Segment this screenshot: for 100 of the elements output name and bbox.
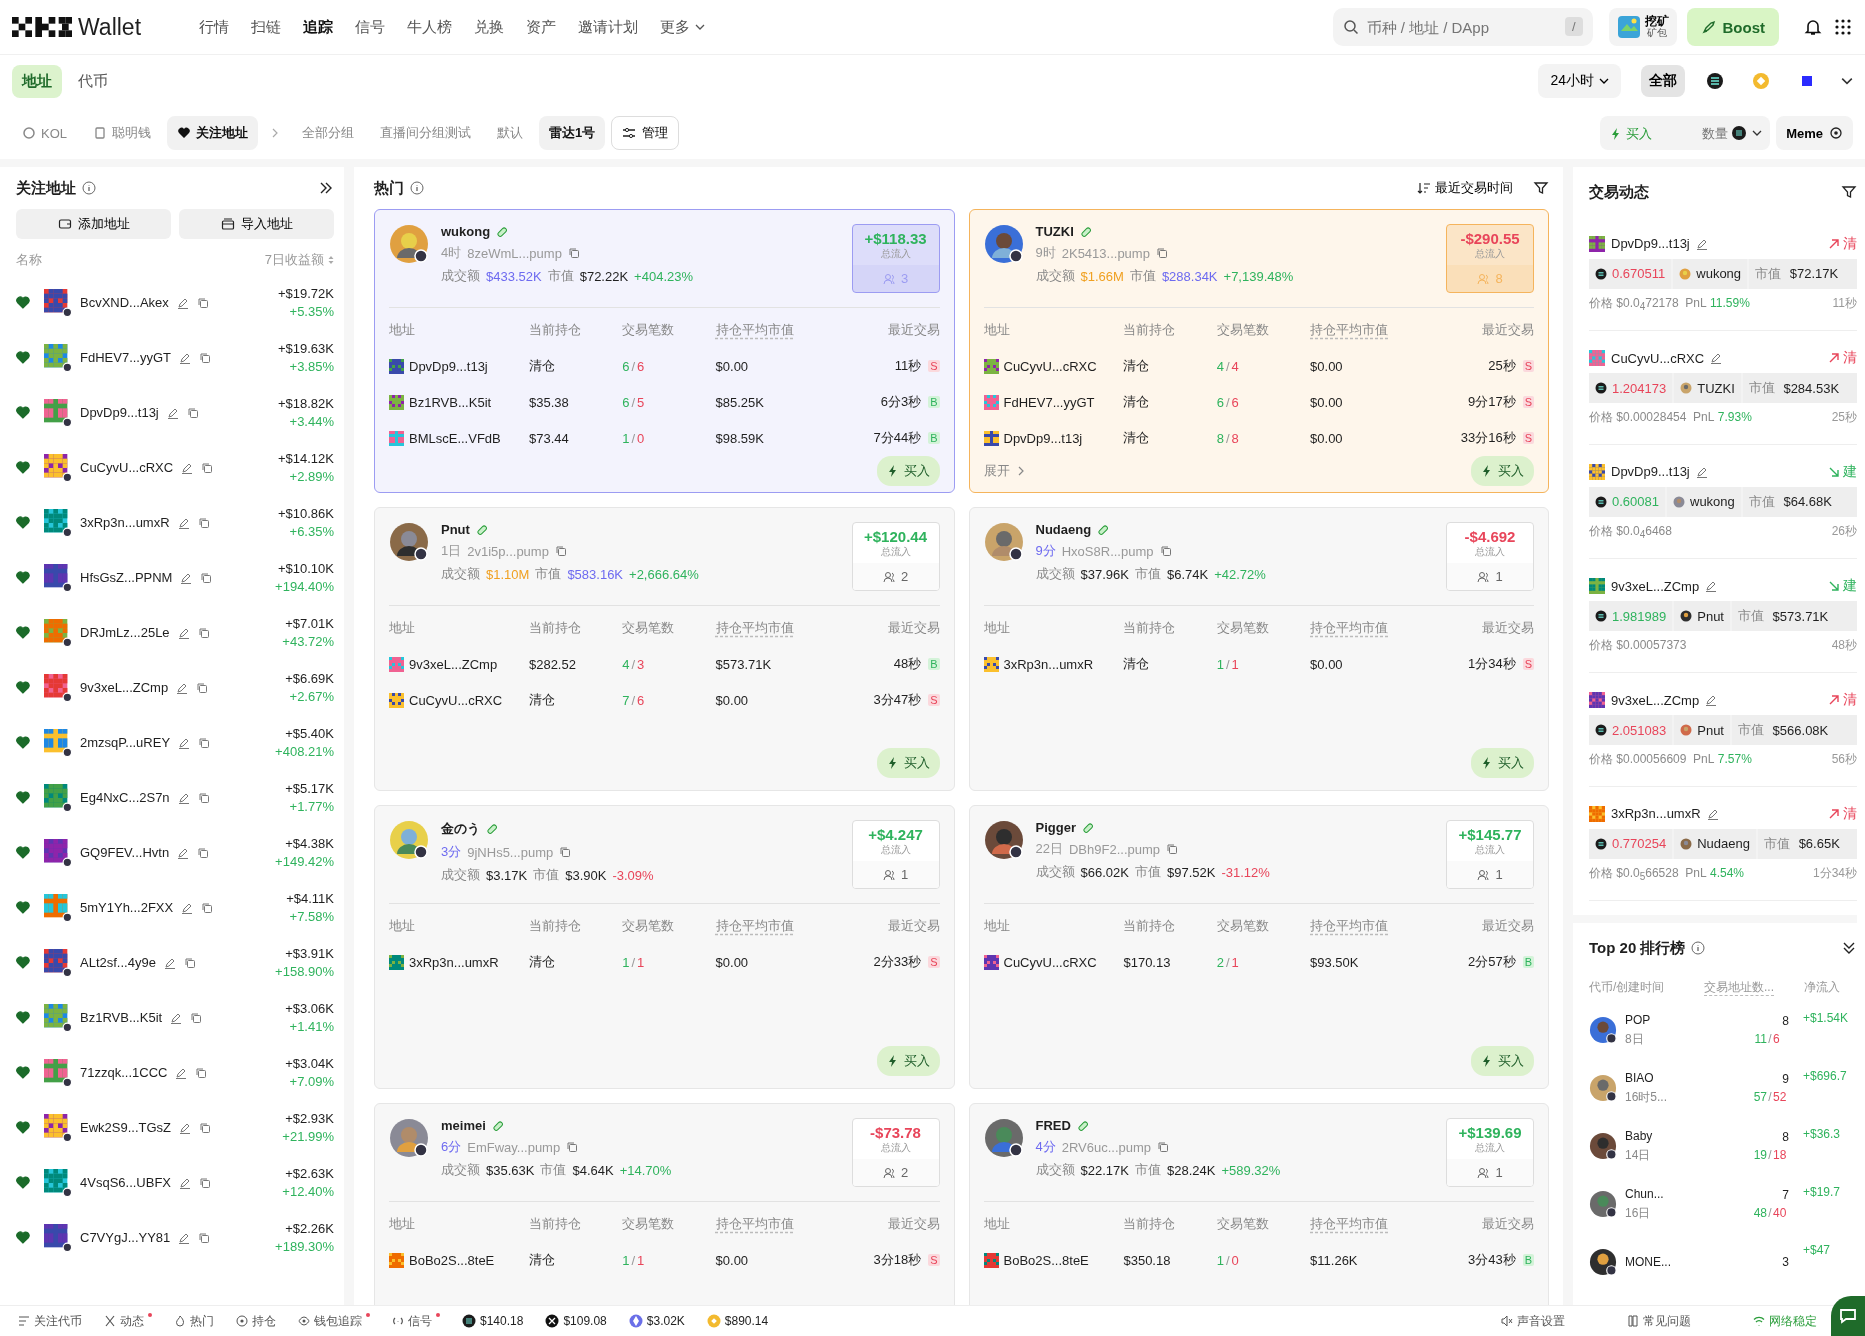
mining-button[interactable]: 挖矿 矿包	[1608, 8, 1677, 46]
token-name[interactable]: TUZKI	[1035, 224, 1074, 239]
token-name[interactable]: Baby	[1625, 1128, 1701, 1143]
wallet-address[interactable]: DRJmLz...25Le	[80, 625, 170, 640]
bottom-nav-item[interactable]: 动态	[104, 1312, 152, 1330]
chevron-down-icon[interactable]	[1841, 77, 1853, 85]
heart-icon[interactable]	[16, 626, 30, 639]
category-tab[interactable]: 聪明钱	[83, 116, 161, 150]
bottom-nav-item[interactable]: 持仓	[236, 1312, 276, 1330]
wallet-address[interactable]: FdHEV7...yyGT	[80, 350, 172, 365]
sort-button[interactable]: 最近交易时间	[1411, 178, 1519, 198]
copy-icon[interactable]	[195, 1066, 208, 1079]
edit-icon[interactable]	[181, 901, 194, 914]
collapse-icon[interactable]	[318, 180, 334, 196]
token-name[interactable]: FRED	[1035, 1118, 1071, 1133]
copy-icon[interactable]	[199, 1121, 212, 1134]
wallet-address[interactable]: 4VsqS6...UBFX	[80, 1175, 172, 1190]
copy-icon[interactable]	[1155, 247, 1168, 259]
filter-icon[interactable]	[1533, 180, 1549, 196]
buy-button[interactable]: 买入	[1471, 456, 1534, 486]
nav-link[interactable]: 扫链	[243, 11, 290, 43]
edit-icon[interactable]	[170, 1011, 183, 1024]
edit-icon[interactable]	[181, 461, 194, 474]
token-name[interactable]: MONE...	[1625, 1255, 1701, 1269]
heart-icon[interactable]	[16, 351, 30, 364]
token-tag[interactable]: Pnut	[1674, 715, 1730, 745]
bottom-nav-item[interactable]: 热门	[174, 1312, 214, 1330]
wallet-address[interactable]: BcvXND...Akex	[80, 295, 169, 310]
group-tab[interactable]: 直播间分组测试	[370, 116, 481, 150]
wallet-address[interactable]: BMLscE...VFdB	[389, 430, 529, 446]
wallet-address[interactable]: Ewk2S9...TGsZ	[80, 1120, 172, 1135]
footer-link[interactable]: 常见问题	[1627, 1312, 1691, 1330]
wallet-address[interactable]: DpvDp9...t13j	[1611, 236, 1690, 252]
add-address-button[interactable]: 添加地址	[16, 209, 171, 239]
copy-icon[interactable]	[183, 956, 196, 969]
token-name[interactable]: 金のう	[441, 820, 480, 838]
footer-link[interactable]: 网络稳定	[1753, 1312, 1817, 1330]
buy-button[interactable]: 买入	[876, 456, 940, 486]
edit-icon[interactable]	[179, 1121, 192, 1134]
heart-icon[interactable]	[16, 1231, 30, 1244]
bell-icon[interactable]	[1803, 17, 1823, 37]
wallet-address[interactable]: DpvDp9...t13j	[1611, 464, 1690, 480]
group-tab[interactable]: 雷达1号	[539, 116, 606, 150]
wallet-address[interactable]: DpvDp9...t13j	[389, 358, 529, 374]
wallet-address[interactable]: 3xRp3n...umxR	[983, 656, 1124, 672]
manage-button[interactable]: 管理	[611, 116, 680, 150]
edit-icon[interactable]	[1695, 237, 1708, 250]
coin-icon[interactable]	[1731, 125, 1748, 141]
wallet-address[interactable]: DpvDp9...t13j	[983, 430, 1124, 446]
sort-icon[interactable]	[328, 255, 334, 265]
copy-icon[interactable]	[199, 1176, 212, 1189]
wallet-address[interactable]: 9v3xeL...ZCmp	[389, 656, 529, 672]
heart-icon[interactable]	[16, 1176, 30, 1189]
buy-button[interactable]: 买入	[1471, 748, 1534, 778]
token-name[interactable]: Pigger	[1035, 820, 1076, 835]
heart-icon[interactable]	[16, 516, 30, 529]
token-name[interactable]: Chun...	[1625, 1186, 1701, 1201]
copy-icon[interactable]	[198, 736, 211, 749]
bottom-nav-item[interactable]: 信号	[392, 1312, 440, 1330]
token-name[interactable]: BIAO	[1625, 1070, 1701, 1085]
nav-link[interactable]: 资产	[518, 11, 565, 43]
info-icon[interactable]	[82, 181, 96, 195]
edit-icon[interactable]	[1706, 807, 1719, 820]
copy-icon[interactable]	[196, 681, 209, 694]
category-tab[interactable]: 关注地址	[167, 116, 258, 150]
token-tag[interactable]: wukong	[1667, 486, 1741, 517]
wallet-address[interactable]: CuCyvU...cRXC	[1611, 350, 1705, 366]
heart-icon[interactable]	[16, 736, 30, 749]
apps-grid-icon[interactable]	[1833, 17, 1853, 37]
bottom-nav-item[interactable]: 关注代币	[18, 1312, 82, 1330]
copy-icon[interactable]	[197, 516, 210, 529]
copy-icon[interactable]	[198, 1231, 211, 1244]
copy-icon[interactable]	[1157, 1141, 1170, 1153]
heart-icon[interactable]	[16, 1066, 30, 1079]
copy-icon[interactable]	[201, 901, 214, 914]
copy-icon[interactable]	[190, 1011, 203, 1024]
copy-icon[interactable]	[186, 406, 199, 419]
wallet-address[interactable]: FdHEV7...yyGT	[983, 394, 1124, 410]
heart-icon[interactable]	[16, 681, 30, 694]
edit-icon[interactable]	[178, 736, 191, 749]
wallet-address[interactable]: 2mzsqP...uREY	[80, 735, 171, 750]
wallet-address[interactable]: BoBo2S...8teE	[983, 1252, 1124, 1268]
edit-icon[interactable]	[1695, 465, 1708, 478]
edit-icon[interactable]	[163, 956, 176, 969]
token-name[interactable]: meimei	[441, 1118, 486, 1133]
copy-icon[interactable]	[559, 846, 572, 858]
heart-icon[interactable]	[16, 1011, 30, 1024]
buy-button[interactable]: 买入	[876, 1046, 940, 1076]
bottom-nav-item[interactable]: 钱包追踪	[298, 1312, 370, 1330]
nav-link[interactable]: 兑换	[466, 11, 513, 43]
copy-icon[interactable]	[554, 545, 567, 557]
copy-icon[interactable]	[566, 1141, 579, 1153]
edit-icon[interactable]	[176, 296, 189, 309]
caret-icon[interactable]	[1752, 130, 1763, 136]
edit-icon[interactable]	[177, 791, 190, 804]
nav-link[interactable]: 邀请计划	[570, 11, 647, 43]
group-tab[interactable]: 默认	[487, 116, 533, 150]
edit-icon[interactable]	[177, 516, 190, 529]
filter-icon[interactable]	[1841, 184, 1857, 200]
copy-icon[interactable]	[196, 296, 209, 309]
